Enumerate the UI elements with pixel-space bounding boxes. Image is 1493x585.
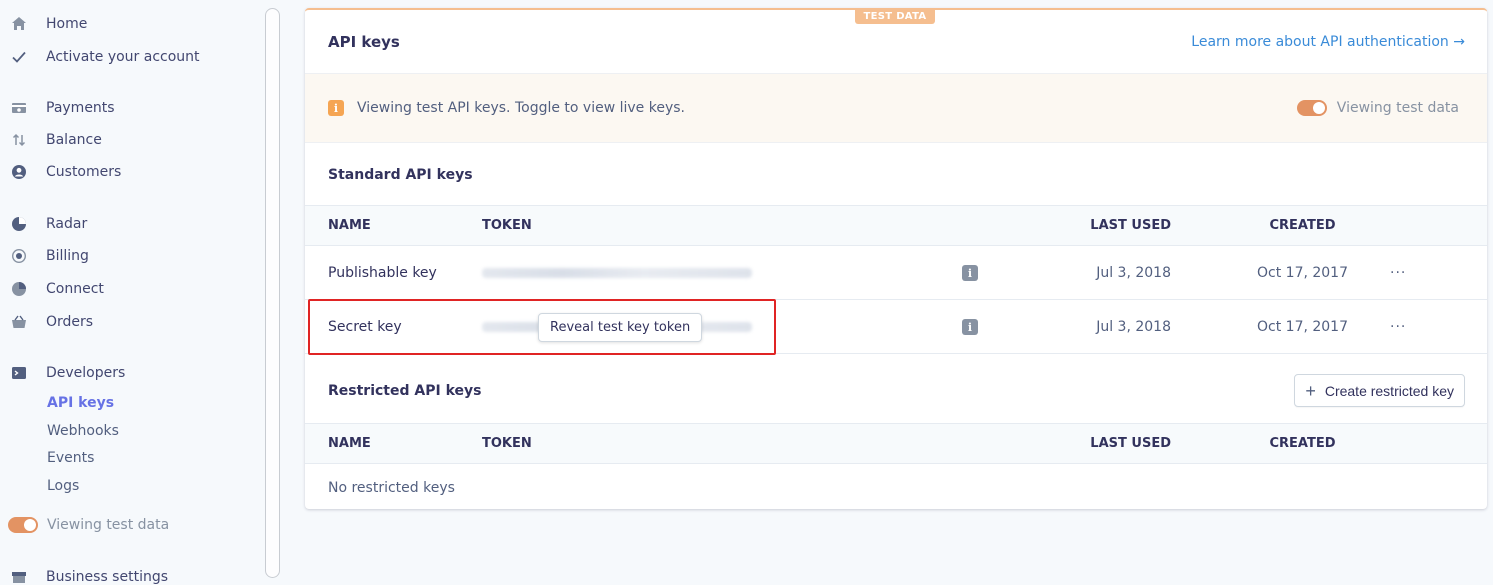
checkmark-icon [10, 48, 28, 66]
sidebar-item-label: Business settings [46, 569, 169, 585]
user-icon [10, 163, 28, 181]
column-header-name: NAME [328, 218, 371, 233]
column-header-last-used: LAST USED [1090, 218, 1171, 233]
create-button-label: Create restricted key [1324, 382, 1454, 399]
page-title: API keys [328, 32, 400, 51]
sidebar-item-label: Payments [46, 100, 115, 116]
sidebar-subitem-logs[interactable]: Logs [47, 475, 79, 497]
sidebar-item-customers[interactable]: Customers [10, 159, 121, 185]
learn-more-link[interactable]: Learn more about API authentication → [1191, 34, 1465, 50]
table-row: Publishable key i Jul 3, 2018 Oct 17, 20… [305, 246, 1487, 300]
sidebar-item-orders[interactable]: Orders [10, 309, 93, 335]
sidebar-item-label: Viewing test data [47, 517, 170, 533]
toggle-switch-icon[interactable] [8, 517, 38, 533]
table-row: Secret key Reveal test key token i Jul 3… [305, 300, 1487, 354]
sidebar-item-radar[interactable]: Radar [10, 211, 87, 237]
arrows-updown-icon [10, 131, 28, 149]
connect-icon [10, 280, 28, 298]
sidebar-item-payments[interactable]: Payments [10, 95, 115, 121]
sidebar-test-data-toggle[interactable]: Viewing test data [8, 512, 169, 538]
terminal-icon [10, 364, 28, 382]
info-icon[interactable]: i [962, 265, 978, 281]
info-icon[interactable]: i [962, 319, 978, 335]
plus-icon: + [1305, 380, 1316, 401]
column-header-token: TOKEN [482, 218, 532, 233]
sidebar-item-label: Balance [46, 132, 102, 148]
column-header-name: NAME [328, 436, 371, 451]
restricted-keys-table-header: NAME TOKEN LAST USED CREATED [305, 423, 1487, 464]
key-created: Oct 17, 2017 [1257, 318, 1348, 335]
standard-keys-table-header: NAME TOKEN LAST USED CREATED [305, 205, 1487, 246]
sidebar-item-billing[interactable]: Billing [10, 243, 89, 269]
sidebar-item-label: Orders [46, 314, 94, 330]
banner-message: i Viewing test API keys. Toggle to view … [328, 100, 685, 116]
sidebar-item-label: Developers [46, 365, 126, 381]
key-created: Oct 17, 2017 [1257, 264, 1348, 281]
sidebar-item-business-settings[interactable]: Business settings [10, 564, 168, 585]
column-header-token: TOKEN [482, 436, 532, 451]
sidebar-item-label: Home [46, 16, 88, 32]
key-last-used: Jul 3, 2018 [1096, 264, 1171, 281]
sidebar-item-developers[interactable]: Developers [10, 360, 125, 386]
sidebar-item-label: Connect [46, 281, 104, 297]
sidebar-subitem-events[interactable]: Events [47, 447, 94, 469]
more-actions-icon[interactable]: ··· [1390, 300, 1406, 353]
banner-text: Viewing test API keys. Toggle to view li… [357, 100, 685, 116]
billing-icon [10, 247, 28, 265]
banner-test-data-toggle[interactable]: Viewing test data [1296, 100, 1459, 116]
sidebar-item-balance[interactable]: Balance [10, 127, 102, 153]
toggle-switch-icon[interactable] [1296, 100, 1327, 116]
sidebar-item-home[interactable]: Home [10, 11, 87, 37]
home-icon [10, 15, 28, 33]
sidebar-item-label: Activate your account [46, 49, 200, 65]
banner-toggle-label: Viewing test data [1336, 100, 1459, 116]
sidebar-subitem-webhooks[interactable]: Webhooks [47, 420, 119, 442]
storefront-icon [10, 568, 28, 585]
payments-icon [10, 99, 28, 117]
more-actions-icon[interactable]: ··· [1390, 246, 1406, 299]
key-token-redacted[interactable] [482, 246, 752, 299]
sidebar-item-label: Billing [46, 248, 89, 264]
empty-state-text: No restricted keys [328, 480, 455, 496]
radar-icon [10, 215, 28, 233]
reveal-token-tooltip[interactable]: Reveal test key token [538, 313, 703, 342]
key-last-used: Jul 3, 2018 [1096, 318, 1171, 335]
restricted-keys-title: Restricted API keys [328, 383, 482, 399]
sidebar-item-label: Radar [46, 216, 88, 232]
api-keys-card: TEST DATA API keys Learn more about API … [305, 8, 1487, 509]
test-mode-banner: i Viewing test API keys. Toggle to view … [305, 73, 1487, 143]
sidebar-scrollbar[interactable] [265, 8, 280, 578]
key-name: Publishable key [328, 264, 437, 281]
key-name: Secret key [328, 318, 402, 335]
sidebar-item-connect[interactable]: Connect [10, 276, 104, 302]
create-restricted-key-button[interactable]: + Create restricted key [1294, 374, 1465, 407]
sidebar-item-activate[interactable]: Activate your account [10, 44, 200, 70]
basket-icon [10, 313, 28, 331]
sidebar-item-label: Customers [46, 164, 122, 180]
sidebar-subitem-api-keys[interactable]: API keys [47, 392, 114, 414]
info-icon: i [328, 100, 344, 116]
sidebar: Home Activate your account Payments Bala… [0, 0, 262, 585]
standard-keys-title: Standard API keys [328, 167, 473, 183]
column-header-created: CREATED [1269, 436, 1336, 451]
column-header-created: CREATED [1269, 218, 1336, 233]
column-header-last-used: LAST USED [1090, 436, 1171, 451]
card-header: API keys Learn more about API authentica… [305, 10, 1487, 73]
